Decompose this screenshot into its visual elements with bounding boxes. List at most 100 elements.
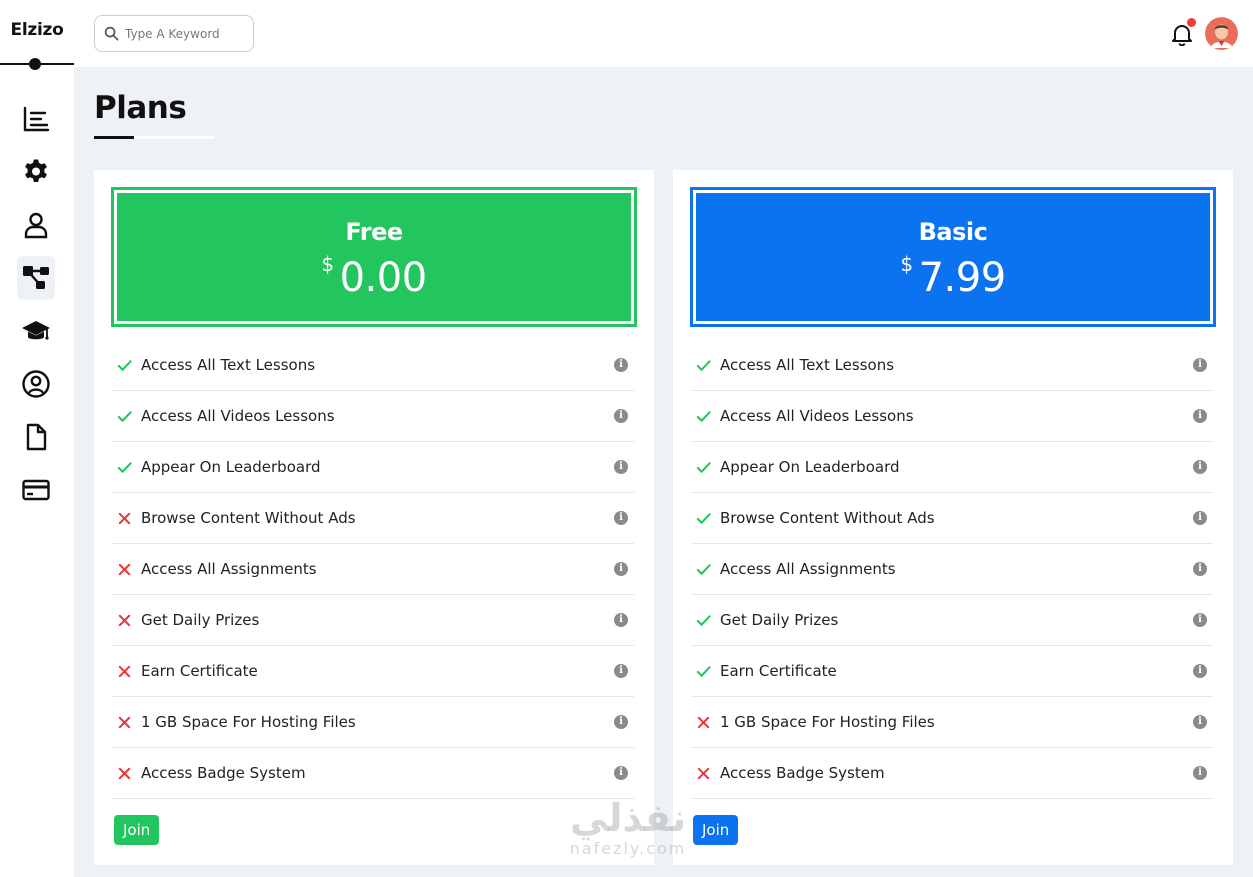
feature-label: Browse Content Without Ads [720, 509, 935, 527]
feature-list: Access All Text Lessons i Access All Video… [113, 340, 634, 799]
feature-item: Access All Videos Lessons i [692, 391, 1213, 442]
feature-item: 1 GB Space For Hosting Files i [692, 697, 1213, 748]
feature-status [113, 715, 141, 730]
join-button-basic[interactable]: Join [693, 815, 739, 845]
feature-status [692, 766, 720, 781]
feature-item: Access Badge System i [692, 748, 1213, 799]
info-icon[interactable]: i [1193, 409, 1207, 423]
graduation-cap-icon [22, 321, 50, 340]
dashboard-icon [23, 106, 50, 132]
sidebar-item-plans[interactable] [17, 468, 55, 512]
check-icon [696, 512, 711, 524]
feature-status [113, 460, 141, 475]
feature-label: Access All Assignments [141, 560, 317, 578]
info-icon[interactable]: i [614, 562, 628, 576]
plan-name: Free [345, 218, 403, 246]
feature-label: Access Badge System [720, 764, 885, 782]
info-icon[interactable]: i [614, 715, 628, 729]
feature-label: Access All Text Lessons [720, 356, 895, 374]
feature-item: Access All Text Lessons i [113, 340, 634, 391]
feature-status [692, 664, 720, 679]
feature-label: Appear On Leaderboard [141, 458, 321, 476]
feature-item: Earn Certificate i [692, 646, 1213, 697]
sidebar-item-dashboard[interactable] [17, 97, 55, 141]
info-icon[interactable]: i [1193, 664, 1207, 678]
feature-status [113, 613, 141, 628]
join-button-free[interactable]: Join [114, 815, 160, 845]
info-icon[interactable]: i [614, 460, 628, 474]
search-box[interactable] [94, 15, 254, 52]
plan-header: Free $0.00 [111, 187, 637, 327]
feature-label: Get Daily Prizes [720, 611, 839, 629]
feature-label: Access All Text Lessons [141, 356, 316, 374]
feature-status [692, 613, 720, 628]
sidebar-item-projects[interactable] [17, 256, 55, 300]
cross-icon [697, 767, 710, 779]
sidebar-item-courses[interactable] [17, 309, 55, 353]
feature-status [692, 409, 720, 424]
title-underline-accent [94, 136, 134, 139]
sidebar-item-files[interactable] [17, 415, 55, 459]
sidebar-item-profile[interactable] [17, 203, 55, 247]
check-icon [696, 359, 711, 371]
sidebar-item-settings[interactable] [17, 150, 55, 194]
feature-item: Browse Content Without Ads i [113, 493, 634, 544]
page-title: Plans [94, 90, 187, 126]
info-icon[interactable]: i [1193, 562, 1207, 576]
info-icon[interactable]: i [1193, 511, 1207, 525]
cross-icon [697, 716, 710, 728]
cross-icon [118, 767, 131, 779]
feature-status [692, 715, 720, 730]
plan-amount: 7.99 [918, 255, 1007, 301]
feature-label: Get Daily Prizes [141, 611, 260, 629]
cross-icon [118, 563, 131, 575]
sidebar-item-friends[interactable] [17, 362, 55, 406]
diagram-icon [23, 266, 49, 289]
check-icon [117, 359, 132, 371]
feature-status [113, 358, 141, 373]
brand-logo[interactable]: Elzizo [0, 20, 74, 40]
user-circle-icon [22, 370, 50, 398]
info-icon[interactable]: i [614, 511, 628, 525]
feature-label: Earn Certificate [141, 662, 258, 680]
feature-item: Appear On Leaderboard i [113, 442, 634, 493]
info-icon[interactable]: i [614, 358, 628, 372]
check-icon [696, 563, 711, 575]
feature-label: Earn Certificate [720, 662, 837, 680]
feature-item: Get Daily Prizes i [113, 595, 634, 646]
info-icon[interactable]: i [614, 766, 628, 780]
info-icon[interactable]: i [1193, 715, 1207, 729]
info-icon[interactable]: i [614, 409, 628, 423]
feature-status [113, 664, 141, 679]
plan-price: $7.99 [696, 252, 1210, 301]
check-icon [117, 410, 132, 422]
feature-label: 1 GB Space For Hosting Files [141, 713, 356, 731]
feature-label: Access Badge System [141, 764, 306, 782]
cross-icon [118, 716, 131, 728]
feature-item: Browse Content Without Ads i [692, 493, 1213, 544]
feature-status [113, 511, 141, 526]
feature-list: Access All Text Lessons i Access All Video… [692, 340, 1213, 799]
search-input[interactable] [125, 26, 245, 41]
feature-item: Access All Videos Lessons i [113, 391, 634, 442]
info-icon[interactable]: i [1193, 613, 1207, 627]
info-icon[interactable]: i [1193, 358, 1207, 372]
notification-badge [1187, 18, 1196, 27]
feature-status [113, 409, 141, 424]
feature-status [692, 358, 720, 373]
feature-item: Access All Assignments i [113, 544, 634, 595]
info-icon[interactable]: i [614, 664, 628, 678]
brand-divider-dot [29, 58, 41, 70]
info-icon[interactable]: i [614, 613, 628, 627]
info-icon[interactable]: i [1193, 460, 1207, 474]
cross-icon [118, 512, 131, 524]
credit-card-icon [22, 479, 50, 501]
info-icon[interactable]: i [1193, 766, 1207, 780]
feature-item: 1 GB Space For Hosting Files i [113, 697, 634, 748]
plan-card-basic: Basic $7.99 Access All Text Lessons i Acce… [673, 170, 1233, 865]
feature-item: Appear On Leaderboard i [692, 442, 1213, 493]
avatar[interactable] [1205, 17, 1238, 50]
feature-status [113, 766, 141, 781]
feature-status [113, 562, 141, 577]
plan-currency: $ [321, 252, 334, 276]
